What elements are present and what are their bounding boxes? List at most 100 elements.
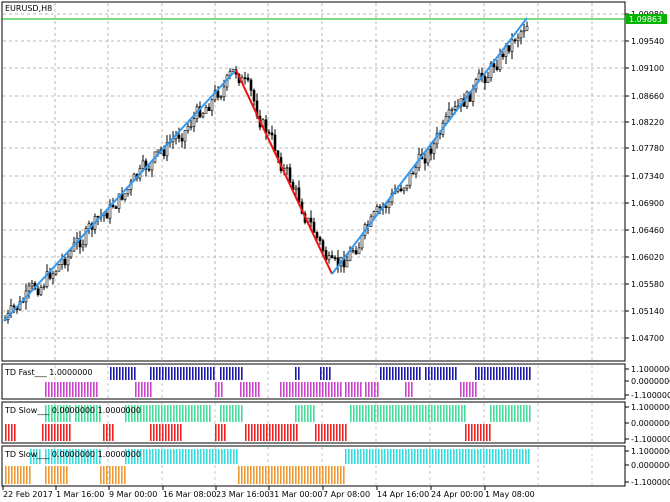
histogram-bar-up (186, 367, 188, 380)
histogram-bar-up (209, 449, 211, 464)
histogram-bar-up (360, 449, 362, 464)
histogram-bar-up (195, 367, 197, 380)
histogram-bar-up (390, 449, 392, 464)
histogram-bar-up (462, 449, 464, 464)
histogram-bar-up (307, 405, 309, 422)
histogram-bar-up (393, 449, 395, 464)
candle-body (150, 161, 154, 171)
histogram-bar-up (168, 367, 170, 380)
histogram-bar-down (81, 382, 83, 397)
histogram-bar-up (514, 405, 516, 422)
histogram-bar-up (218, 449, 220, 464)
histogram-bar-down (156, 424, 158, 441)
histogram-bar-up (146, 405, 148, 422)
histogram-bar-down (342, 424, 344, 441)
histogram-bar-down (304, 466, 306, 484)
candle-body (399, 188, 403, 191)
histogram-bar-up (446, 367, 448, 380)
histogram-bar-up (183, 367, 185, 380)
histogram-bar-down (72, 382, 74, 397)
histogram-bar-down (8, 424, 10, 441)
histogram-bar-up (419, 405, 421, 422)
histogram-bar-up (507, 449, 509, 464)
histogram-bar-up (173, 449, 175, 464)
histogram-bar-up (113, 367, 115, 380)
histogram-bar-up (116, 367, 118, 380)
histogram-bar-up (128, 367, 130, 380)
histogram-bar-down (283, 382, 285, 397)
indicator-pane-td-fast[interactable]: 1.1000000 0.0000000 -1.1000000 (1, 363, 670, 400)
histogram-bar-up (510, 449, 512, 464)
histogram-bar-up (310, 405, 312, 422)
candle-body (405, 184, 409, 189)
histogram-bar-down (334, 466, 336, 484)
histogram-bar-up (369, 449, 371, 464)
candle-body (498, 53, 502, 70)
candle-body (192, 118, 196, 127)
histogram-bar-up (493, 405, 495, 422)
histogram-bar-up (477, 449, 479, 464)
histogram-bar-up (200, 449, 202, 464)
histogram-bar-down (292, 382, 294, 397)
chart-canvas[interactable]: EURUSD,H8 1.099801.095401.091001.086601.… (0, 0, 670, 502)
candle-body (414, 167, 418, 175)
histogram-bar-down (266, 424, 268, 441)
histogram-bar-down (124, 466, 126, 484)
histogram-bar-up (386, 405, 388, 422)
histogram-bar-up (429, 449, 431, 464)
histogram-bar-down (255, 382, 257, 397)
histogram-bar-up (161, 449, 163, 464)
candle-body (69, 250, 73, 258)
histogram-bar-up (354, 449, 356, 464)
histogram-bar-up (189, 367, 191, 380)
time-tick-label: 24 Apr 00:00 (431, 490, 483, 499)
histogram-bar-up (182, 449, 184, 464)
histogram-bar-down (263, 424, 265, 441)
candle-body (42, 286, 46, 288)
histogram-bar-down (283, 466, 285, 484)
histogram-bar-up (508, 367, 510, 380)
histogram-bar-up (230, 449, 232, 464)
histogram-bar-up (417, 449, 419, 464)
candle-body (501, 53, 505, 57)
histogram-bar-down (93, 382, 95, 397)
histogram-bar-up (351, 449, 353, 464)
histogram-bar-up (456, 449, 458, 464)
candle-body (12, 305, 16, 308)
price-tick-label: 1.06460 (631, 226, 664, 235)
histogram-bar-down (106, 424, 108, 441)
histogram-bar-down (483, 424, 485, 441)
histogram-bar-up (449, 405, 451, 422)
histogram-bar-down (168, 424, 170, 441)
histogram-bar-down (48, 424, 50, 441)
histogram-bar-up (180, 367, 182, 380)
histogram-bar-up (502, 405, 504, 422)
chart-window[interactable]: EURUSD,H8 1.099801.095401.091001.086601.… (0, 0, 670, 502)
histogram-bar-up (173, 405, 175, 422)
histogram-bar-down (298, 382, 300, 397)
histogram-bar-up (174, 367, 176, 380)
time-tick-label: 16 Mar 08:00 (163, 490, 216, 499)
histogram-bar-up (408, 449, 410, 464)
histogram-bar-up (323, 367, 325, 380)
candle-body (522, 30, 526, 33)
price-pane[interactable] (1, 1, 626, 362)
histogram-bar-up (392, 405, 394, 422)
histogram-bar-down (460, 382, 462, 397)
histogram-bar-up (404, 405, 406, 422)
histogram-bar-up (371, 405, 373, 422)
histogram-bar-up (490, 367, 492, 380)
candle-body (63, 258, 67, 266)
histogram-bar-down (275, 424, 277, 441)
histogram-bar-down (69, 424, 71, 441)
candle-body (450, 109, 454, 111)
histogram-bar-down (112, 424, 114, 441)
histogram-bar-up (434, 367, 436, 380)
histogram-bar-down (51, 382, 53, 397)
histogram-bar-up (520, 367, 522, 380)
histogram-bar-up (398, 367, 400, 380)
histogram-bar-up (232, 405, 234, 422)
histogram-bar-up (505, 405, 507, 422)
histogram-bar-down (296, 424, 298, 441)
histogram-bar-down (289, 382, 291, 397)
